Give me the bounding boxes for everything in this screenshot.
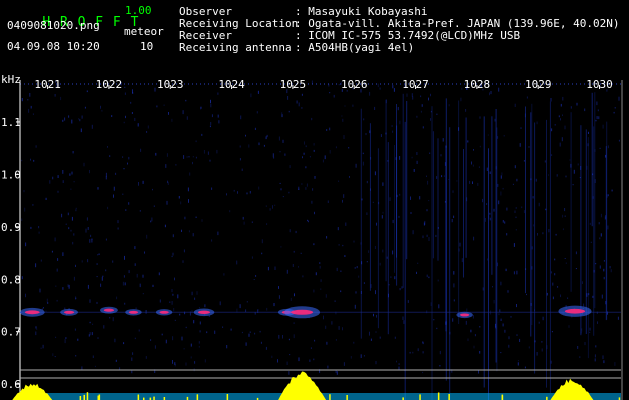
meteor-echo (459, 313, 470, 317)
x-tick-label: 1025 (280, 78, 307, 91)
info-value-observer: : Masayuki Kobayashi (295, 5, 428, 18)
spectrum-spike (86, 392, 89, 400)
info-label-receiver: Receiver (179, 29, 232, 42)
spectrum-spike (448, 394, 450, 400)
meteor-echo (159, 310, 169, 314)
info-value-antenna: : A504HB(yagi 4el) (295, 41, 415, 54)
spectrum-spike (83, 394, 85, 400)
spectrum-spike (501, 395, 504, 400)
spectrum-spike (98, 394, 101, 400)
meteor-echo (197, 310, 211, 314)
spectrogram-plot: 1.1 1.0 0.9 0.8 0.7 0.6 1021 1022 1023 1024 1025 10… (1, 78, 623, 400)
x-tick-label: 1023 (157, 78, 184, 91)
meteor-echo (564, 308, 586, 314)
spectrum-spike (153, 396, 155, 400)
info-label-observer: Observer (179, 5, 232, 18)
spectrum-spike (306, 396, 309, 400)
y-tick-label: 1.0 (1, 168, 21, 181)
count-label: meteor (124, 25, 164, 38)
x-tick-label: 1027 (402, 78, 429, 91)
spectrum-spike (226, 394, 229, 400)
spectrum-spike (566, 393, 568, 400)
y-tick-label: 0.7 (1, 326, 21, 339)
meteor-echo (24, 310, 40, 315)
spectrum-spike (137, 394, 140, 400)
app-version: 1.00 (125, 4, 152, 17)
x-tick-label: 1021 (34, 78, 61, 91)
spectrum-spike (313, 392, 316, 400)
x-tick-label: 1030 (586, 78, 613, 91)
y-tick-label: 0.9 (1, 221, 21, 234)
x-tick-label: 1022 (96, 78, 123, 91)
info-value-receiver: : ICOM IC-575 53.7492(@LCD)MHz USB (295, 29, 521, 42)
meteor-echo (291, 309, 314, 315)
spectrum-spike (196, 394, 199, 400)
spectrum-spike (419, 394, 421, 400)
y-tick-label: 0.8 (1, 273, 21, 286)
spectrum-spike (24, 396, 26, 400)
spectrum-spike (329, 394, 331, 400)
spectrum-peak (278, 371, 327, 400)
y-tick-label: 1.1 (1, 116, 21, 129)
image-filename: 0409081020.png (7, 19, 100, 32)
hroft-screen: 1.1 1.0 0.9 0.8 0.7 0.6 1021 1022 1023 1024 1025 10… (0, 0, 629, 400)
spectrum-spike (346, 395, 348, 400)
observation-datetime: 04.09.08 10:20 (7, 40, 100, 53)
info-label-antenna: Receiving antenna (179, 41, 292, 54)
meteor-echo (63, 310, 75, 314)
info-label-location: Receiving Location (179, 17, 299, 30)
x-tick-label: 1028 (464, 78, 491, 91)
x-tick-label: 1026 (341, 78, 368, 91)
count-value: 10 (140, 40, 154, 53)
spectrum-peak (550, 378, 594, 400)
interference-streaks (360, 92, 608, 400)
y-axis-unit: kHz (1, 73, 21, 86)
noise-texture (21, 80, 620, 375)
y-tick-label: 0.6 (1, 378, 21, 391)
info-value-location: : Ogata-vill. Akita-Pref. JAPAN (139.96E… (295, 17, 620, 30)
meteor-echo (128, 310, 139, 314)
x-tick-label: 1024 (218, 78, 245, 91)
spectrum-spike (79, 396, 82, 400)
spectrum-spike (437, 392, 440, 400)
meteor-echo (103, 308, 115, 312)
x-tick-label: 1029 (525, 78, 552, 91)
